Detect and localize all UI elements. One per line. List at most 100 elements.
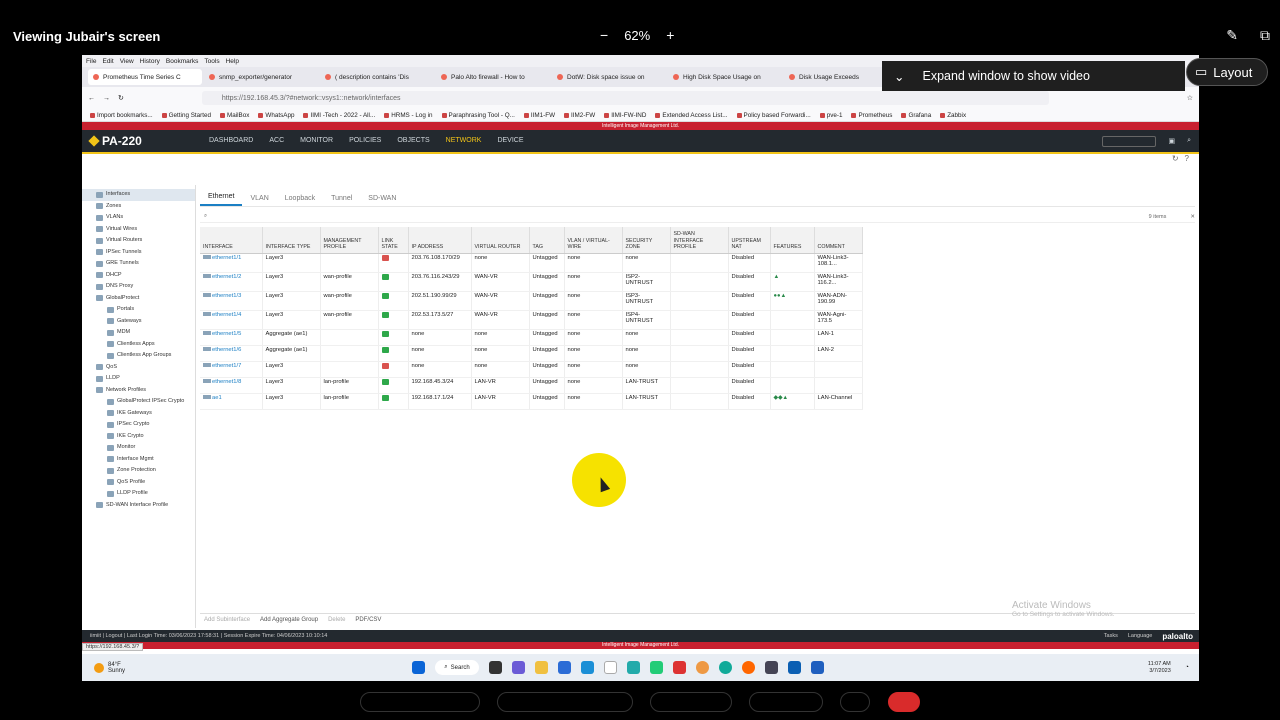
- column-header[interactable]: FEATURES: [770, 227, 815, 254]
- taskbar-clock[interactable]: 11:07 AM 3/7/2023: [1148, 661, 1171, 675]
- app-icon[interactable]: [673, 661, 686, 674]
- subtab[interactable]: Loopback: [277, 195, 323, 206]
- config-icon[interactable]: ▣: [1168, 137, 1175, 145]
- bookmark-item[interactable]: Grafana: [901, 112, 931, 119]
- nav-tab-device[interactable]: DEVICE: [489, 130, 531, 152]
- browser-tab[interactable]: Disk Usage Exceeds: [784, 69, 898, 85]
- sidebar-item[interactable]: VLANs: [82, 212, 195, 224]
- table-row[interactable]: ethernet1/8 Layer3 lan-profile 192.168.45.3…: [200, 377, 863, 394]
- meeting-control-button[interactable]: [749, 692, 823, 712]
- sidebar-item[interactable]: Zones: [82, 201, 195, 213]
- nav-tab-dashboard[interactable]: DASHBOARD: [201, 130, 261, 152]
- app-icon[interactable]: [627, 661, 640, 674]
- sidebar-item[interactable]: Clientless App Groups: [82, 350, 195, 362]
- app-icon[interactable]: [650, 661, 663, 674]
- sidebar-item[interactable]: Interfaces: [82, 189, 195, 201]
- browser-tab[interactable]: High Disk Space Usage on: [668, 69, 782, 85]
- status-user[interactable]: iimiit: [90, 633, 101, 639]
- table-row[interactable]: ethernet1/3 Layer3 wan-profile 202.51.190.9…: [200, 291, 863, 311]
- column-header[interactable]: INTERFACE: [200, 227, 263, 254]
- browser-tab[interactable]: snmp_exporter/generator: [204, 69, 318, 85]
- nav-tab-acc[interactable]: ACC: [261, 130, 292, 152]
- table-action-button[interactable]: Delete: [328, 617, 345, 623]
- sidebar-item[interactable]: DHCP: [82, 270, 195, 282]
- browser-menu-item[interactable]: Help: [226, 58, 239, 65]
- sidebar-item[interactable]: Network Profiles: [82, 385, 195, 397]
- bookmark-item[interactable]: Extended Access List...: [655, 112, 727, 119]
- sidebar-item[interactable]: MDM: [82, 327, 195, 339]
- bookmark-item[interactable]: Prometheus: [851, 112, 892, 119]
- browser-tab[interactable]: ( description contains 'Dis: [320, 69, 434, 85]
- column-header[interactable]: SECURITY ZONE: [622, 227, 671, 254]
- clear-filter-icon[interactable]: ✕: [1190, 214, 1195, 220]
- sidebar-item[interactable]: Portals: [82, 304, 195, 316]
- sidebar-item[interactable]: Virtual Routers: [82, 235, 195, 247]
- sidebar-item[interactable]: Zone Protection: [82, 465, 195, 477]
- bookmark-item[interactable]: Getting Started: [162, 112, 211, 119]
- table-row[interactable]: ethernet1/6 Aggregate (ae1) none none Untagg…: [200, 345, 863, 362]
- browser-tab[interactable]: DotW: Disk space issue on: [552, 69, 666, 85]
- notification-icon[interactable]: ◔: [1185, 664, 1189, 671]
- sidebar-item[interactable]: GlobalProtect IPSec Crypto: [82, 396, 195, 408]
- app-icon[interactable]: [581, 661, 594, 674]
- back-icon[interactable]: ←: [88, 95, 95, 102]
- zoom-out-button[interactable]: −: [600, 27, 608, 43]
- interface-link[interactable]: ethernet1/6: [200, 345, 263, 362]
- table-action-button[interactable]: PDF/CSV: [355, 617, 381, 623]
- meeting-control-button[interactable]: [497, 692, 633, 712]
- browser-menu-item[interactable]: View: [120, 58, 134, 65]
- subtab[interactable]: Ethernet: [200, 193, 243, 206]
- interface-link[interactable]: ae1: [200, 393, 263, 410]
- sidebar-item[interactable]: Interface Mgmt: [82, 454, 195, 466]
- browser-tab[interactable]: Prometheus Time Series C: [88, 69, 202, 85]
- sidebar-item[interactable]: IPSec Tunnels: [82, 247, 195, 259]
- bookmark-item[interactable]: pve-1: [820, 112, 843, 119]
- bookmark-item[interactable]: IIMI-FW-IND: [604, 112, 646, 119]
- table-row[interactable]: ethernet1/1 Layer3 203.76.108.170/29 none Un…: [200, 253, 863, 273]
- windows-start-icon[interactable]: [412, 661, 425, 674]
- sidebar-item[interactable]: GlobalProtect: [82, 293, 195, 305]
- bookmark-item[interactable]: IIMI -Tech - 2022 - All...: [303, 112, 375, 119]
- sidebar-item[interactable]: LLDP Profile: [82, 488, 195, 500]
- sidebar-item[interactable]: GRE Tunnels: [82, 258, 195, 270]
- bookmark-item[interactable]: WhatsApp: [258, 112, 294, 119]
- tasks-link[interactable]: Tasks: [1104, 633, 1118, 639]
- table-row[interactable]: ethernet1/2 Layer3 wan-profile 203.76.116.2…: [200, 272, 863, 292]
- sidebar-item[interactable]: Virtual Wires: [82, 224, 195, 236]
- commit-button[interactable]: [1102, 135, 1157, 147]
- taskbar-search[interactable]: ⌕ Search: [435, 660, 479, 675]
- browser-menu-item[interactable]: Edit: [102, 58, 113, 65]
- bookmark-star-icon[interactable]: ☆: [1187, 94, 1193, 102]
- bookmark-item[interactable]: Policy based Forwardi...: [737, 112, 811, 119]
- interface-link[interactable]: ethernet1/8: [200, 377, 263, 394]
- edge-icon[interactable]: [719, 661, 732, 674]
- meeting-control-button[interactable]: [650, 692, 732, 712]
- browser-menu-item[interactable]: History: [140, 58, 160, 65]
- bookmark-item[interactable]: Zabbix: [940, 112, 966, 119]
- table-row[interactable]: ethernet1/4 Layer3 wan-profile 202.53.173.5…: [200, 310, 863, 330]
- sidebar-item[interactable]: IKE Crypto: [82, 431, 195, 443]
- word-icon[interactable]: [811, 661, 824, 674]
- sidebar-item[interactable]: IPSec Crypto: [82, 419, 195, 431]
- table-action-button[interactable]: Add Aggregate Group: [260, 617, 318, 623]
- table-row[interactable]: ae1 Layer3 lan-profile 192.168.17.1/24 LAN-V…: [200, 393, 863, 410]
- sidebar-item[interactable]: Gateways: [82, 316, 195, 328]
- firefox-icon[interactable]: [742, 661, 755, 674]
- task-view-icon[interactable]: [489, 661, 502, 674]
- column-header[interactable]: IP ADDRESS: [408, 227, 472, 254]
- bookmark-item[interactable]: IIM2-FW: [564, 112, 595, 119]
- sidebar-item[interactable]: SD-WAN Interface Profile: [82, 500, 195, 512]
- bookmark-item[interactable]: MailBox: [220, 112, 249, 119]
- table-row[interactable]: ethernet1/5 Aggregate (ae1) none none Untagg…: [200, 329, 863, 346]
- file-explorer-icon[interactable]: [535, 661, 548, 674]
- column-header[interactable]: VLAN / VIRTUAL-WIRE: [564, 227, 623, 254]
- outlook-icon[interactable]: [788, 661, 801, 674]
- column-header[interactable]: UPSTREAM NAT: [728, 227, 771, 254]
- interface-link[interactable]: ethernet1/3: [200, 291, 263, 311]
- filter-bar[interactable]: ⌕ 9 items ✕: [200, 211, 1195, 223]
- subtab[interactable]: Tunnel: [323, 195, 360, 206]
- refresh-icon[interactable]: ↻: [1172, 154, 1179, 166]
- interface-link[interactable]: ethernet1/5: [200, 329, 263, 346]
- forward-icon[interactable]: →: [103, 95, 110, 102]
- app-icon[interactable]: [558, 661, 571, 674]
